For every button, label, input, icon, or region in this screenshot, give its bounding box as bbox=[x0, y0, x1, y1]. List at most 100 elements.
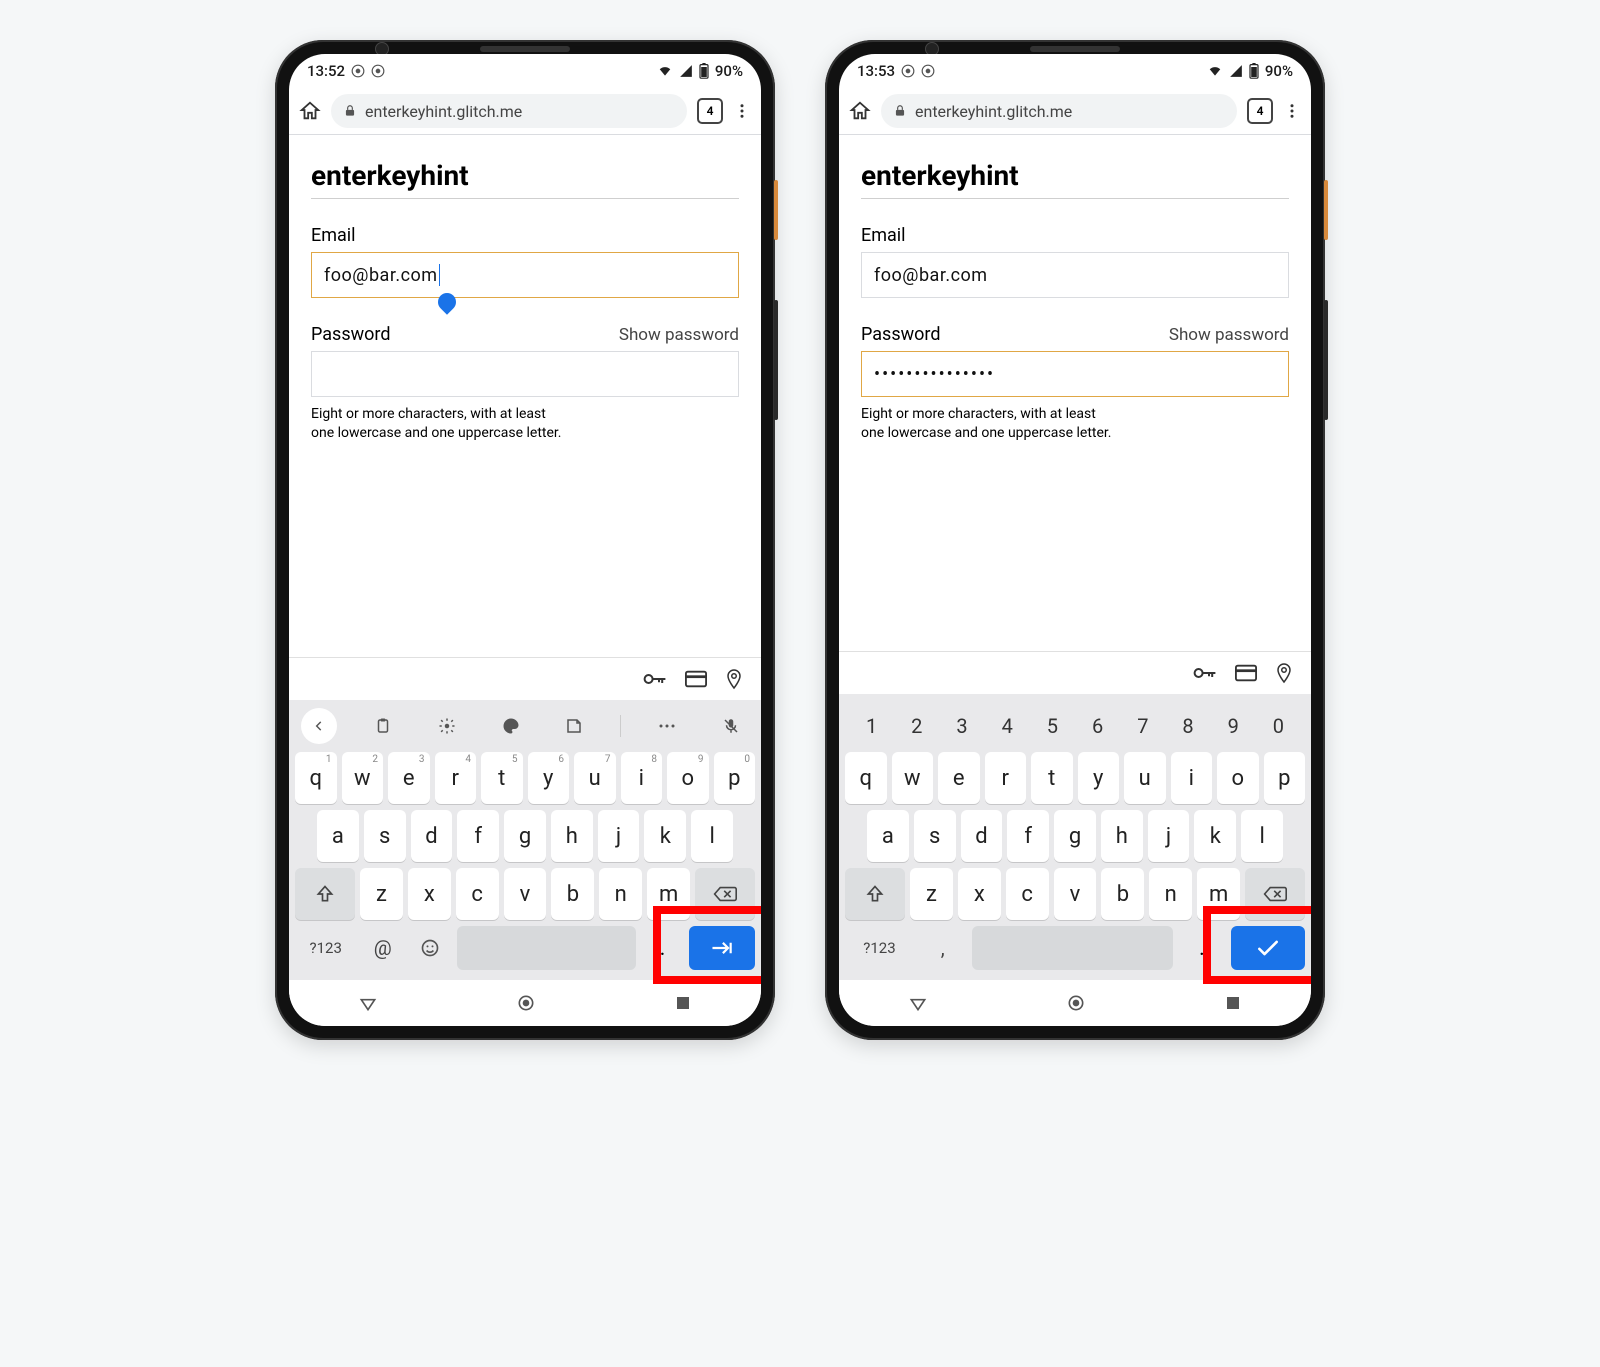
key-r[interactable]: r bbox=[985, 752, 1027, 804]
credit-card-icon[interactable] bbox=[685, 670, 707, 688]
key-2[interactable]: 2 bbox=[894, 706, 939, 746]
key-i[interactable]: i8 bbox=[621, 752, 663, 804]
home-icon[interactable] bbox=[849, 100, 871, 122]
key-y[interactable]: y bbox=[1078, 752, 1120, 804]
key-7[interactable]: 7 bbox=[1120, 706, 1165, 746]
key-b[interactable]: b bbox=[551, 868, 594, 920]
key-j[interactable]: j bbox=[598, 810, 640, 862]
key-p[interactable]: p0 bbox=[714, 752, 756, 804]
period-key[interactable]: . bbox=[641, 926, 684, 970]
nav-home-icon[interactable] bbox=[516, 993, 536, 1013]
nav-back-icon[interactable] bbox=[358, 993, 378, 1013]
shift-key[interactable] bbox=[295, 868, 355, 920]
key-h[interactable]: h bbox=[1101, 810, 1143, 862]
password-input[interactable] bbox=[311, 351, 739, 397]
key-n[interactable]: n bbox=[599, 868, 642, 920]
home-icon[interactable] bbox=[299, 100, 321, 122]
backspace-key[interactable] bbox=[1245, 868, 1305, 920]
nav-home-icon[interactable] bbox=[1066, 993, 1086, 1013]
key-u[interactable]: u bbox=[1124, 752, 1166, 804]
key-z[interactable]: z bbox=[360, 868, 403, 920]
key-y[interactable]: y6 bbox=[528, 752, 570, 804]
key-k[interactable]: k bbox=[644, 810, 686, 862]
key-q[interactable]: q bbox=[845, 752, 887, 804]
key-r[interactable]: r4 bbox=[435, 752, 477, 804]
key-4[interactable]: 4 bbox=[985, 706, 1030, 746]
key-l[interactable]: l bbox=[691, 810, 733, 862]
key-v[interactable]: v bbox=[1054, 868, 1097, 920]
backspace-key[interactable] bbox=[695, 868, 755, 920]
key-h[interactable]: h bbox=[551, 810, 593, 862]
key-v[interactable]: v bbox=[504, 868, 547, 920]
key-w[interactable]: w bbox=[892, 752, 934, 804]
key-s[interactable]: s bbox=[914, 810, 956, 862]
key-e[interactable]: e3 bbox=[388, 752, 430, 804]
spacebar-key[interactable] bbox=[457, 926, 637, 970]
key-d[interactable]: d bbox=[411, 810, 453, 862]
key-b[interactable]: b bbox=[1101, 868, 1144, 920]
key-s[interactable]: s bbox=[364, 810, 406, 862]
key-t[interactable]: t5 bbox=[481, 752, 523, 804]
key-t[interactable]: t bbox=[1031, 752, 1073, 804]
key-9[interactable]: 9 bbox=[1211, 706, 1256, 746]
credit-card-icon[interactable] bbox=[1235, 664, 1257, 682]
key-6[interactable]: 6 bbox=[1075, 706, 1120, 746]
symbols-key[interactable]: ?123 bbox=[295, 926, 356, 970]
nav-recents-icon[interactable] bbox=[1224, 994, 1242, 1012]
key-c[interactable]: c bbox=[456, 868, 499, 920]
palette-icon[interactable] bbox=[493, 708, 529, 744]
key-i[interactable]: i bbox=[1171, 752, 1213, 804]
password-input[interactable]: ••••••••••••••• bbox=[861, 351, 1289, 397]
location-pin-icon[interactable] bbox=[1275, 662, 1293, 684]
comma-key[interactable]: , bbox=[919, 926, 967, 970]
key-x[interactable]: x bbox=[408, 868, 451, 920]
key-1[interactable]: 1 bbox=[849, 706, 894, 746]
text-cursor-handle[interactable] bbox=[434, 289, 459, 314]
key-z[interactable]: z bbox=[910, 868, 953, 920]
more-icon[interactable] bbox=[649, 708, 685, 744]
enter-key-done[interactable] bbox=[1231, 926, 1305, 970]
gear-icon[interactable] bbox=[429, 708, 465, 744]
emoji-key[interactable] bbox=[409, 926, 452, 970]
key-a[interactable]: a bbox=[317, 810, 359, 862]
key-g[interactable]: g bbox=[1054, 810, 1096, 862]
spacebar-key[interactable] bbox=[972, 926, 1173, 970]
tab-switcher[interactable]: 4 bbox=[1247, 98, 1273, 124]
key-n[interactable]: n bbox=[1149, 868, 1192, 920]
password-key-icon[interactable] bbox=[643, 670, 667, 688]
show-password-toggle[interactable]: Show password bbox=[1169, 325, 1289, 345]
key-e[interactable]: e bbox=[938, 752, 980, 804]
password-key-icon[interactable] bbox=[1193, 664, 1217, 682]
overflow-menu-icon[interactable] bbox=[1283, 102, 1301, 120]
overflow-menu-icon[interactable] bbox=[733, 102, 751, 120]
key-p[interactable]: p bbox=[1264, 752, 1306, 804]
key-3[interactable]: 3 bbox=[939, 706, 984, 746]
at-key[interactable]: @ bbox=[361, 926, 404, 970]
key-o[interactable]: o bbox=[1217, 752, 1259, 804]
key-u[interactable]: u7 bbox=[574, 752, 616, 804]
symbols-key[interactable]: ?123 bbox=[845, 926, 914, 970]
key-k[interactable]: k bbox=[1194, 810, 1236, 862]
show-password-toggle[interactable]: Show password bbox=[619, 325, 739, 345]
tab-switcher[interactable]: 4 bbox=[697, 98, 723, 124]
key-m[interactable]: m bbox=[647, 868, 690, 920]
key-l[interactable]: l bbox=[1241, 810, 1283, 862]
email-input[interactable]: foo@bar.com bbox=[311, 252, 739, 298]
key-5[interactable]: 5 bbox=[1030, 706, 1075, 746]
period-key[interactable]: . bbox=[1178, 926, 1226, 970]
email-input[interactable]: foo@bar.com bbox=[861, 252, 1289, 298]
key-m[interactable]: m bbox=[1197, 868, 1240, 920]
nav-recents-icon[interactable] bbox=[674, 994, 692, 1012]
key-w[interactable]: w2 bbox=[342, 752, 384, 804]
sticker-icon[interactable] bbox=[556, 708, 592, 744]
key-o[interactable]: o9 bbox=[667, 752, 709, 804]
location-pin-icon[interactable] bbox=[725, 668, 743, 690]
key-q[interactable]: q1 bbox=[295, 752, 337, 804]
key-c[interactable]: c bbox=[1006, 868, 1049, 920]
mic-off-icon[interactable] bbox=[713, 708, 749, 744]
enter-key-next[interactable] bbox=[689, 926, 755, 970]
key-0[interactable]: 0 bbox=[1256, 706, 1301, 746]
key-a[interactable]: a bbox=[867, 810, 909, 862]
key-d[interactable]: d bbox=[961, 810, 1003, 862]
shift-key[interactable] bbox=[845, 868, 905, 920]
